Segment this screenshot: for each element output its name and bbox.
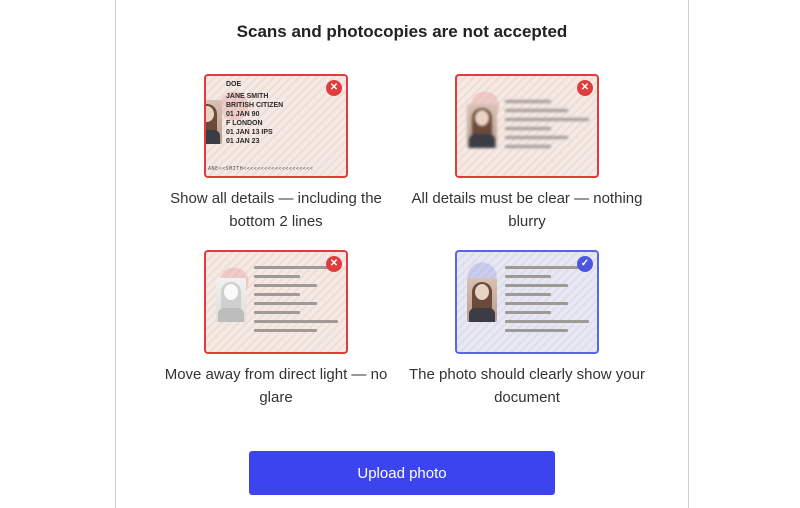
- example-caption: The photo should clearly show your docum…: [409, 366, 645, 406]
- x-icon: ✕: [326, 80, 342, 96]
- example-image-correct: ✓: [455, 250, 599, 354]
- check-icon: ✓: [577, 256, 593, 272]
- example-caption: All details must be clear — nothing blur…: [411, 190, 643, 230]
- page-title: Scans and photocopies are not accepted: [236, 22, 568, 41]
- id-photo: [216, 278, 246, 322]
- id-photo: [467, 104, 497, 148]
- example-image-cropped: DOE JANE SMITH BRITISH CITIZEN 01 JAN 90…: [204, 74, 348, 178]
- document-text-lines: [505, 100, 589, 154]
- x-icon: ✕: [326, 256, 342, 272]
- id-photo: [467, 278, 497, 322]
- example-image-blurry: ✕: [455, 74, 599, 178]
- document-text-lines: [505, 266, 589, 338]
- document-text-lines: [254, 266, 338, 338]
- upload-panel: Scans and photocopies are not accepted: [115, 0, 689, 508]
- mrz-line: ANE<<SMITH<<<<<<<<<<<<<<<<<<<<: [208, 166, 314, 172]
- card-details: DOE JANE SMITH BRITISH CITIZEN 01 JAN 90…: [226, 81, 284, 145]
- x-icon: ✕: [577, 80, 593, 96]
- example-image-glare: ✕: [204, 250, 348, 354]
- example-caption: Show all details — including the bottom …: [170, 190, 382, 230]
- upload-photo-button[interactable]: Upload photo: [249, 451, 555, 495]
- id-photo: [206, 100, 222, 144]
- example-caption: Move away from direct light — no glare: [164, 366, 388, 406]
